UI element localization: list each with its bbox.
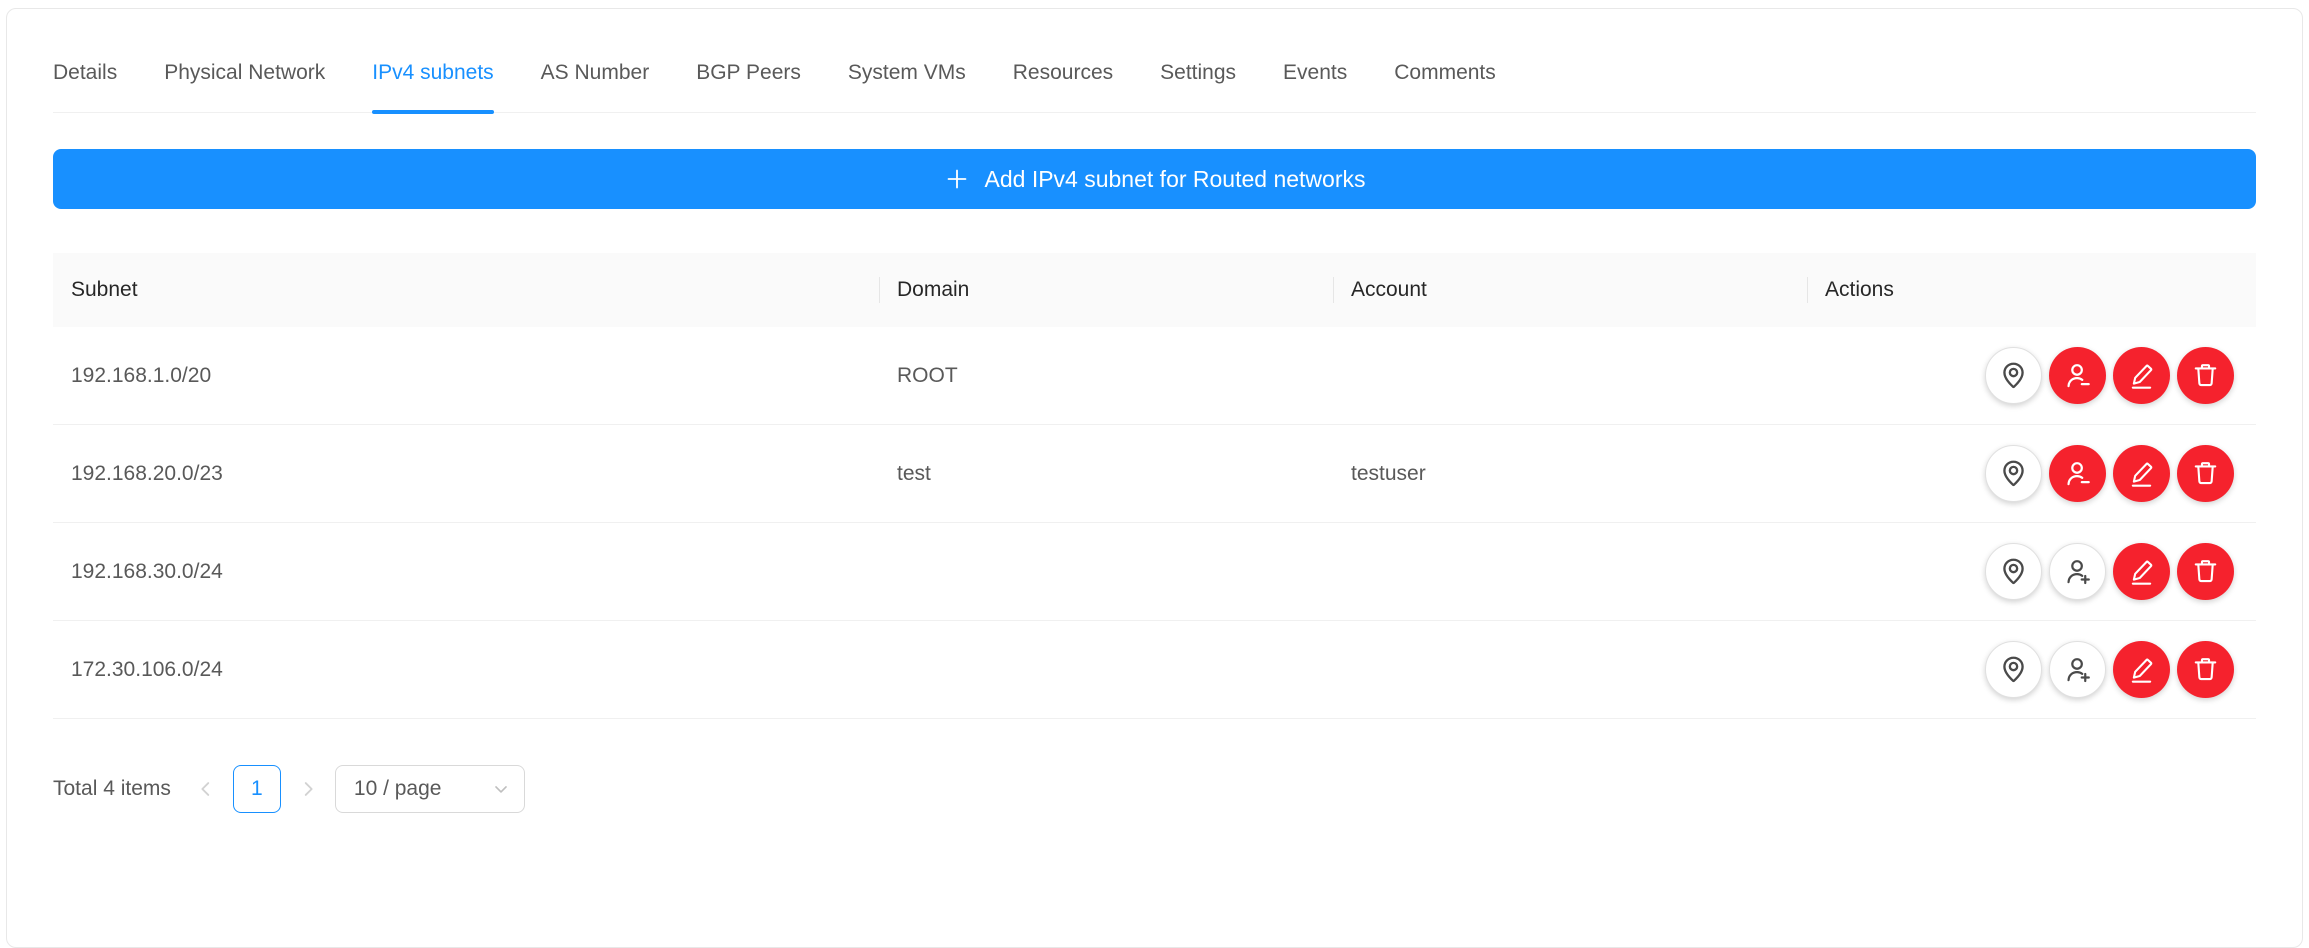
table-row: 172.30.106.0/24 (53, 621, 2256, 719)
chevron-down-icon (491, 779, 511, 799)
tab-physical-network[interactable]: Physical Network (164, 61, 325, 112)
tab-bar: Details Physical Network IPv4 subnets AS… (53, 9, 2256, 113)
trash-icon (2190, 458, 2221, 489)
actions-cell (1807, 347, 2256, 404)
delete-subnet-button[interactable] (2177, 641, 2234, 698)
table-row: 192.168.30.0/24 (53, 523, 2256, 621)
tab-resources[interactable]: Resources (1013, 61, 1113, 112)
view-ip-ranges-button[interactable] (1985, 641, 2042, 698)
column-header-domain: Domain (879, 253, 1333, 327)
tab-ipv4-subnets[interactable]: IPv4 subnets (372, 61, 493, 112)
delete-subnet-button[interactable] (2177, 445, 2234, 502)
tab-settings[interactable]: Settings (1160, 61, 1236, 112)
tab-system-vms[interactable]: System VMs (848, 61, 966, 112)
delete-subnet-button[interactable] (2177, 347, 2234, 404)
pagination-total: Total 4 items (53, 777, 171, 801)
subnet-cell: 192.168.20.0/23 (53, 462, 879, 486)
actions-cell (1807, 543, 2256, 600)
tab-as-number[interactable]: AS Number (541, 61, 650, 112)
column-header-account: Account (1333, 253, 1807, 327)
release-dedicated-subnet-button[interactable] (2049, 347, 2106, 404)
view-ip-ranges-button[interactable] (1985, 543, 2042, 600)
edit-icon (2126, 458, 2157, 489)
location-pin-icon (1998, 654, 2029, 685)
actions-cell (1807, 445, 2256, 502)
pagination: Total 4 items 1 10 / page (53, 765, 2256, 813)
add-ipv4-subnet-button-label: Add IPv4 subnet for Routed networks (985, 166, 1366, 193)
edit-subnet-button[interactable] (2113, 641, 2170, 698)
subnet-cell: 192.168.1.0/20 (53, 364, 879, 388)
trash-icon (2190, 360, 2221, 391)
domain-cell: ROOT (879, 364, 1333, 388)
page-size-select-value: 10 / page (354, 777, 442, 801)
edit-icon (2126, 360, 2157, 391)
column-header-actions: Actions (1807, 253, 2256, 327)
subnet-cell: 192.168.30.0/24 (53, 560, 879, 584)
tab-events[interactable]: Events (1283, 61, 1347, 112)
trash-icon (2190, 654, 2221, 685)
pagination-next-button[interactable] (296, 765, 320, 813)
tab-details[interactable]: Details (53, 61, 117, 112)
user-plus-icon (2062, 556, 2093, 587)
chevron-left-icon (195, 778, 217, 800)
edit-subnet-button[interactable] (2113, 543, 2170, 600)
edit-icon (2126, 556, 2157, 587)
user-minus-icon (2062, 360, 2093, 391)
view-ip-ranges-button[interactable] (1985, 347, 2042, 404)
pagination-prev-button[interactable] (194, 765, 218, 813)
user-minus-icon (2062, 458, 2093, 489)
add-ipv4-subnet-button[interactable]: Add IPv4 subnet for Routed networks (53, 149, 2256, 209)
account-cell: testuser (1333, 462, 1807, 486)
release-dedicated-subnet-button[interactable] (2049, 445, 2106, 502)
table-row: 192.168.1.0/20 ROOT (53, 327, 2256, 425)
edit-subnet-button[interactable] (2113, 445, 2170, 502)
subnet-cell: 172.30.106.0/24 (53, 658, 879, 682)
chevron-right-icon (297, 778, 319, 800)
user-plus-icon (2062, 654, 2093, 685)
table-row: 192.168.20.0/23 test testuser (53, 425, 2256, 523)
dedicate-subnet-button[interactable] (2049, 641, 2106, 698)
tab-bgp-peers[interactable]: BGP Peers (696, 61, 801, 112)
edit-subnet-button[interactable] (2113, 347, 2170, 404)
content-card: Details Physical Network IPv4 subnets AS… (6, 8, 2303, 948)
pagination-page-1-button[interactable]: 1 (233, 765, 281, 813)
page-size-select[interactable]: 10 / page (335, 765, 525, 813)
location-pin-icon (1998, 556, 2029, 587)
dedicate-subnet-button[interactable] (2049, 543, 2106, 600)
tab-comments[interactable]: Comments (1394, 61, 1496, 112)
column-header-subnet: Subnet (53, 253, 879, 327)
ipv4-subnets-table: Subnet Domain Account Actions 192.168.1.… (53, 253, 2256, 719)
view-ip-ranges-button[interactable] (1985, 445, 2042, 502)
trash-icon (2190, 556, 2221, 587)
location-pin-icon (1998, 360, 2029, 391)
table-header-row: Subnet Domain Account Actions (53, 253, 2256, 327)
location-pin-icon (1998, 458, 2029, 489)
actions-cell (1807, 641, 2256, 698)
plus-icon (944, 166, 970, 192)
delete-subnet-button[interactable] (2177, 543, 2234, 600)
domain-cell: test (879, 462, 1333, 486)
edit-icon (2126, 654, 2157, 685)
